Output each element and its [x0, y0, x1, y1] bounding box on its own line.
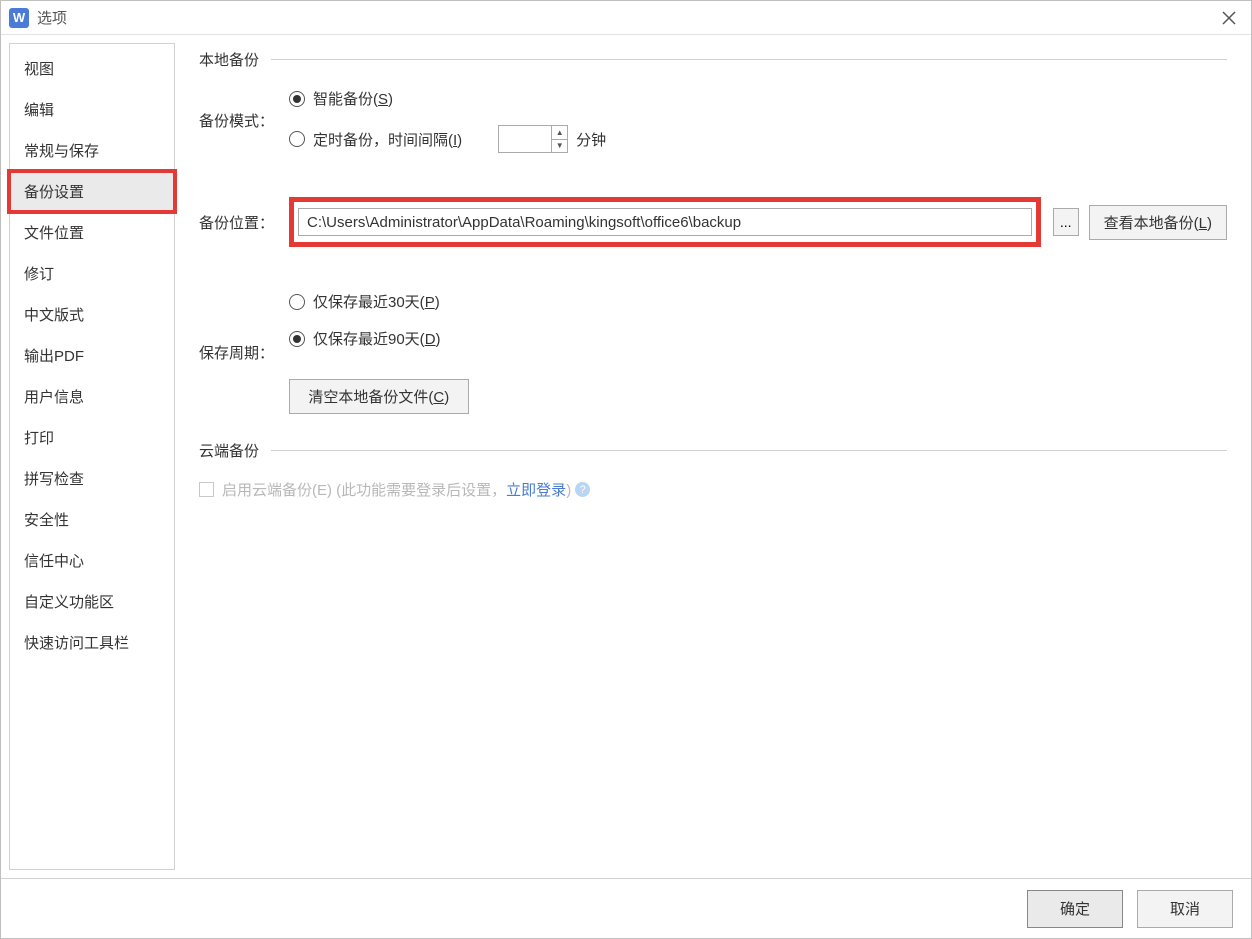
- sidebar-item-quick-access[interactable]: 快速访问工具栏: [10, 622, 174, 663]
- interval-input[interactable]: [499, 126, 551, 152]
- sidebar-item-general-save[interactable]: 常规与保存: [10, 130, 174, 171]
- backup-path-input[interactable]: [298, 208, 1032, 236]
- sidebar-item-trust-center[interactable]: 信任中心: [10, 540, 174, 581]
- spinner-down-icon[interactable]: ▼: [552, 140, 567, 153]
- cloud-backup-title-text: 云端备份: [199, 440, 259, 461]
- radio-icon: [289, 294, 305, 310]
- enable-cloud-backup-checkbox: 启用云端备份(E) (此功能需要登录后设置，立即登录) ?: [199, 479, 590, 500]
- sidebar-item-backup-settings[interactable]: 备份设置: [10, 171, 174, 212]
- login-link[interactable]: 立即登录: [506, 482, 566, 499]
- cloud-backup-section: 云端备份 启用云端备份(E) (此功能需要登录后设置，立即登录) ?: [199, 440, 1227, 501]
- minutes-label: 分钟: [576, 129, 606, 150]
- radio-icon: [289, 91, 305, 107]
- sidebar-item-file-location[interactable]: 文件位置: [10, 212, 174, 253]
- path-highlight-box: [289, 197, 1041, 247]
- radio-keep-90-days[interactable]: 仅保存最近90天(D): [289, 328, 441, 349]
- sidebar-item-label: 备份设置: [24, 184, 84, 201]
- cloud-enable-label: 启用云端备份(E) (此功能需要登录后设置，立即登录): [222, 479, 571, 500]
- browse-button[interactable]: ...: [1053, 208, 1079, 236]
- retention-options: 仅保存最近30天(P) 仅保存最近90天(D) 清空本地备份文件(C): [289, 291, 469, 414]
- divider-icon: [271, 59, 1227, 60]
- sidebar-item-user-info[interactable]: 用户信息: [10, 376, 174, 417]
- interval-spinner[interactable]: ▲ ▼: [498, 125, 568, 153]
- spinner-up-icon[interactable]: ▲: [552, 126, 567, 140]
- retention-label: 保存周期：: [199, 342, 289, 363]
- backup-mode-label: 备份模式：: [199, 110, 289, 131]
- sidebar-item-output-pdf[interactable]: 输出PDF: [10, 335, 174, 376]
- backup-location-label: 备份位置：: [199, 212, 289, 233]
- backup-location-row: 备份位置： ... 查看本地备份(L): [199, 197, 1227, 247]
- titlebar: W 选项: [1, 1, 1251, 35]
- backup-mode-row: 备份模式： 智能备份(S) 定时备份，时间间隔(I) ▲ ▼: [199, 88, 1227, 153]
- clear-local-backup-button[interactable]: 清空本地备份文件(C): [289, 379, 469, 414]
- local-backup-group-title: 本地备份: [199, 49, 1227, 70]
- checkbox-icon: [199, 482, 214, 497]
- cancel-button[interactable]: 取消: [1137, 890, 1233, 928]
- sidebar-item-edit[interactable]: 编辑: [10, 89, 174, 130]
- radio-label: 智能备份(S): [313, 88, 393, 109]
- window-title: 选项: [37, 7, 1215, 28]
- sidebar-item-view[interactable]: 视图: [10, 48, 174, 89]
- view-local-backup-button[interactable]: 查看本地备份(L): [1089, 205, 1227, 240]
- main-area: 视图 编辑 常规与保存 备份设置 文件位置 修订 中文版式 输出PDF 用户信息…: [1, 35, 1251, 878]
- retention-row: 保存周期： 仅保存最近30天(P) 仅保存最近90天(D) 清空本地备份文件(C…: [199, 291, 1227, 414]
- radio-timed-backup[interactable]: 定时备份，时间间隔(I): [289, 129, 462, 150]
- ok-button[interactable]: 确定: [1027, 890, 1123, 928]
- dialog-footer: 确定 取消: [1, 878, 1251, 938]
- app-icon: W: [9, 8, 29, 28]
- radio-label: 仅保存最近90天(D): [313, 328, 441, 349]
- cloud-backup-group-title: 云端备份: [199, 440, 1227, 461]
- sidebar-item-revision[interactable]: 修订: [10, 253, 174, 294]
- backup-mode-options: 智能备份(S) 定时备份，时间间隔(I) ▲ ▼ 分钟: [289, 88, 606, 153]
- radio-icon: [289, 331, 305, 347]
- sidebar-item-security[interactable]: 安全性: [10, 499, 174, 540]
- sidebar-item-print[interactable]: 打印: [10, 417, 174, 458]
- close-button[interactable]: [1215, 4, 1243, 32]
- local-backup-title-text: 本地备份: [199, 49, 259, 70]
- sidebar-item-chinese-layout[interactable]: 中文版式: [10, 294, 174, 335]
- radio-smart-backup[interactable]: 智能备份(S): [289, 88, 578, 109]
- radio-label: 定时备份，时间间隔(I): [313, 129, 462, 150]
- content-panel: 本地备份 备份模式： 智能备份(S) 定时备份，时间间隔(I): [175, 35, 1251, 878]
- help-icon[interactable]: ?: [575, 482, 590, 497]
- radio-label: 仅保存最近30天(P): [313, 291, 440, 312]
- radio-keep-30-days[interactable]: 仅保存最近30天(P): [289, 291, 441, 312]
- close-icon: [1222, 11, 1236, 25]
- radio-icon: [289, 131, 305, 147]
- sidebar-item-customize-ribbon[interactable]: 自定义功能区: [10, 581, 174, 622]
- sidebar: 视图 编辑 常规与保存 备份设置 文件位置 修订 中文版式 输出PDF 用户信息…: [9, 43, 175, 870]
- sidebar-item-spellcheck[interactable]: 拼写检查: [10, 458, 174, 499]
- divider-icon: [271, 450, 1227, 451]
